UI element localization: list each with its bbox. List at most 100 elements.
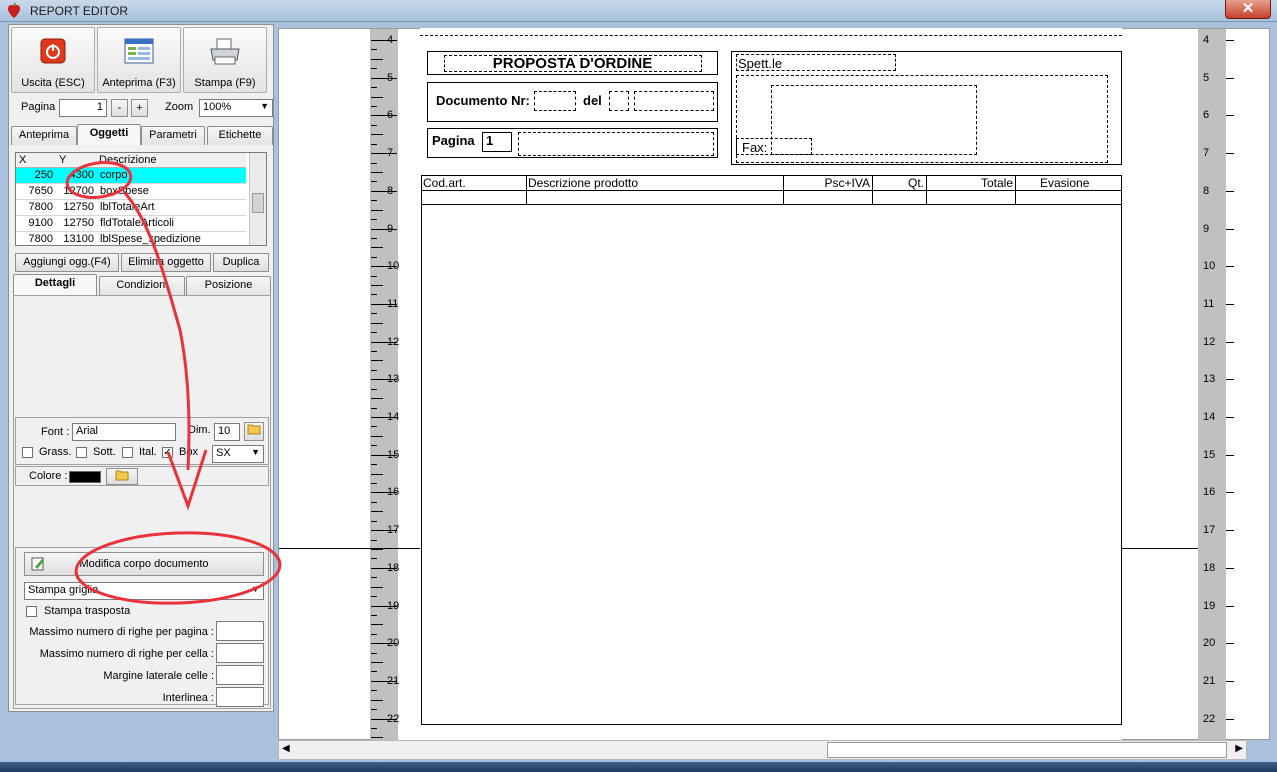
ruler-tick: [371, 567, 397, 569]
ruler-number-right: 5: [1203, 71, 1210, 84]
page-frame[interactable]: Pagina 1: [427, 128, 718, 158]
horizontal-scrollbar[interactable]: ◀ ▶: [278, 740, 1247, 760]
ruler-tick: [1226, 643, 1234, 645]
ruler-tick: [371, 40, 397, 41]
print-button[interactable]: Stampa (F9): [183, 27, 267, 93]
italic-checkbox[interactable]: [122, 447, 133, 458]
table-scrollbar[interactable]: [249, 153, 266, 245]
box-checkbox[interactable]: ✓: [162, 447, 173, 458]
zoom-select[interactable]: 100% ▼: [199, 99, 273, 117]
ruler-tick: [371, 596, 377, 598]
tab-parametri[interactable]: Parametri: [141, 126, 205, 145]
ruler-tick: [371, 219, 377, 221]
chevron-right-icon[interactable]: ▶: [1235, 743, 1243, 754]
tab-anteprima[interactable]: Anteprima: [11, 126, 77, 145]
dim-input[interactable]: 10: [214, 423, 240, 441]
document-frame[interactable]: Documento Nr: del: [427, 82, 718, 122]
table-row[interactable]: 7800 13100 lblSpese_spedizione: [16, 232, 246, 245]
ruler-tick: [371, 464, 377, 466]
preview-button[interactable]: Anteprima (F3): [97, 27, 181, 93]
ruler-tick: [371, 87, 377, 89]
chevron-left-icon[interactable]: ◀: [282, 743, 290, 754]
add-object-button[interactable]: Aggiungi ogg.(F4): [15, 253, 119, 272]
transpose-checkbox[interactable]: [26, 606, 37, 617]
page-plus-button[interactable]: +: [131, 99, 148, 117]
title-frame[interactable]: PROPOSTA D'ORDINE: [427, 51, 718, 75]
cell-y: 13100: [63, 233, 94, 245]
bold-checkbox[interactable]: [22, 447, 33, 458]
tab-oggetti[interactable]: Oggetti: [77, 124, 141, 145]
color-folder-button[interactable]: [106, 468, 138, 485]
ruler-tick: [371, 134, 383, 136]
max-rows-page-input[interactable]: [216, 621, 264, 641]
col-evasion: Evasione: [1040, 176, 1090, 190]
title-bar: REPORT EDITOR ✕: [0, 0, 1277, 22]
font-section: Font : Arial Dim. 10 Grass. Sott. Ital. …: [15, 417, 269, 465]
tab-posizione[interactable]: Posizione: [186, 276, 271, 295]
scroll-thumb[interactable]: [827, 742, 1227, 758]
cell-y: 12750: [63, 217, 94, 229]
ruler-tick: [371, 68, 377, 70]
underline-checkbox[interactable]: [76, 447, 87, 458]
ruler-tick: [371, 454, 397, 456]
taskbar: [0, 762, 1277, 772]
color-label: Colore :: [29, 470, 68, 482]
ruler-tick: [371, 285, 383, 287]
report-page[interactable]: PROPOSTA D'ORDINE Documento Nr: del Pagi…: [420, 28, 1122, 740]
exit-button[interactable]: Uscita (ESC): [11, 27, 95, 93]
table-row-selected[interactable]: 250 4300 corpo: [16, 168, 246, 184]
ruler-number-right: 11: [1203, 297, 1215, 310]
ruler-tick: [371, 718, 397, 720]
close-button[interactable]: ✕: [1225, 0, 1271, 19]
ruler-tick: [371, 407, 377, 409]
col-total: Totale: [980, 176, 1013, 190]
ruler-number-right: 17: [1203, 524, 1216, 537]
italic-label: Ital.: [139, 446, 157, 458]
tab-dettagli[interactable]: Dettagli: [13, 274, 97, 295]
ruler-tick: [371, 105, 377, 107]
delete-object-button[interactable]: Elimina oggetto: [121, 253, 211, 272]
align-select[interactable]: SX ▼: [212, 445, 264, 463]
ruler-tick: [371, 435, 383, 437]
ruler-number-right: 9: [1203, 222, 1210, 235]
color-swatch[interactable]: [69, 471, 101, 483]
table-row[interactable]: 7650 12700 boxSpese: [16, 184, 246, 200]
tab-etichette[interactable]: Etichette: [207, 126, 273, 145]
table-row[interactable]: 9100 12750 fldTotaleArticoli: [16, 216, 246, 232]
align-value: SX: [216, 447, 231, 459]
cell-description: lblTotaleArt: [100, 201, 155, 213]
ruler-tick: [371, 539, 377, 541]
tab-condizioni[interactable]: Condizioni: [99, 276, 185, 295]
cell-x: 7650: [28, 185, 53, 197]
scroll-thumb[interactable]: [252, 193, 264, 213]
ruler-tick: [371, 652, 377, 654]
font-folder-button[interactable]: [244, 422, 264, 441]
line-spacing-label: Interlinea :: [162, 692, 214, 704]
cell-margin-input[interactable]: [216, 665, 264, 685]
page-minus-button[interactable]: -: [111, 99, 128, 117]
line-spacing-input[interactable]: [216, 687, 264, 707]
main-tabs: Anteprima Oggetti Parametri Etichette: [9, 124, 273, 146]
duplicate-button[interactable]: Duplica: [213, 253, 269, 272]
recipient-frame[interactable]: Spett.le Fax:: [731, 51, 1122, 165]
page-input[interactable]: 1: [59, 99, 107, 117]
table-row[interactable]: 7800 12750 lblTotaleArt: [16, 200, 246, 216]
grid-print-select[interactable]: Stampa griglia ▼: [24, 582, 264, 600]
ruler-tick: [371, 417, 397, 418]
ruler-tick: [371, 162, 377, 164]
ruler-tick: [1226, 567, 1234, 569]
ruler-tick: [371, 341, 397, 343]
cell-description: boxSpese: [100, 185, 149, 197]
col-code: Cod.art.: [423, 176, 466, 190]
font-input[interactable]: Arial: [72, 423, 176, 441]
cell-y: 4300: [69, 169, 94, 181]
max-rows-cell-input[interactable]: [216, 643, 264, 663]
ruler-tick: [371, 709, 377, 711]
objects-table: X Y Descrizione 250 4300 corpo 7650 1270…: [15, 152, 267, 246]
ruler-tick: [371, 200, 377, 202]
body-table[interactable]: Cod.art. Descrizione prodotto Psc+IVA Qt…: [421, 175, 1122, 725]
ruler-tick: [1226, 115, 1234, 117]
zoom-value: 100%: [203, 101, 232, 113]
edit-body-button[interactable]: Modifica corpo documento: [24, 552, 264, 576]
header-x: X: [19, 154, 27, 166]
